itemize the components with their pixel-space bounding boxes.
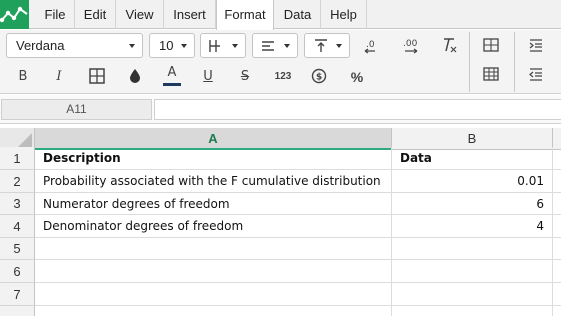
formula-bar: A11 [0,95,561,124]
cell-a7[interactable] [35,283,392,306]
app-logo-icon[interactable] [0,0,29,29]
font-family-select[interactable]: Verdana [6,33,143,58]
align-left-icon [262,41,274,51]
cell-b4[interactable]: 4 [392,215,553,238]
font-color-swatch [163,83,181,86]
menu-bar: File Edit View Insert Format Data Help [0,0,561,30]
currency-format-button[interactable]: $ [308,65,330,87]
chevron-down-icon [181,44,187,48]
number-format-button[interactable]: 123 [270,66,296,88]
cell-b3[interactable]: 6 [392,193,553,215]
toolbar-divider [469,32,470,92]
cell-c4[interactable] [553,215,561,238]
cell-b8[interactable] [392,306,553,316]
svg-text:.00: .00 [403,39,418,49]
clear-formatting-icon [444,38,457,53]
cell-a6[interactable] [35,260,392,283]
chevron-down-icon [336,44,342,48]
decrease-decimal-icon: .0 [364,40,375,54]
svg-text:.0: .0 [366,40,375,50]
row-header[interactable]: 6 [0,260,35,283]
table-icon [483,67,499,81]
outdent-icon [529,68,542,81]
dollar-circle-icon: $ [311,68,327,84]
cell-b6[interactable] [392,260,553,283]
toolbar: Verdana 10 .0 .00 B I A U S 123 $ % [0,30,561,94]
cell-a8[interactable] [35,306,392,316]
bold-button[interactable]: B [12,66,34,88]
row-header[interactable]: 5 [0,238,35,260]
background-color-button[interactable] [124,65,146,87]
formula-input[interactable] [154,99,561,120]
chevron-down-icon [129,44,135,48]
underline-button[interactable]: U [197,66,219,88]
menu-help[interactable]: Help [321,0,367,29]
row-header[interactable]: 4 [0,215,35,238]
font-color-button[interactable]: A [161,63,183,89]
menu-data[interactable]: Data [275,0,321,29]
cell-a1[interactable]: Description [35,147,392,170]
font-family-value: Verdana [16,38,65,53]
decrease-decimal-button[interactable]: .0 [361,34,383,56]
vertical-align-dropdown[interactable] [304,33,350,58]
menu-format[interactable]: Format [216,0,274,30]
cell-c5[interactable] [553,238,561,260]
menu-view[interactable]: View [116,0,164,29]
horizontal-align-dropdown[interactable] [252,33,298,58]
decrease-indent-button[interactable] [525,63,547,85]
row-header[interactable]: 7 [0,283,35,306]
row-header[interactable] [0,306,35,316]
paint-bucket-icon [130,69,140,83]
chevron-down-icon [284,44,290,48]
increase-indent-button[interactable] [525,34,547,56]
toolbar-divider [514,32,515,92]
cell-a2[interactable]: Probability associated with the F cumula… [35,170,392,193]
table-grid-icon [483,38,499,52]
italic-button[interactable]: I [48,66,70,88]
cell-borders-button[interactable] [86,65,108,87]
cell-c1[interactable] [553,147,561,170]
cell-a3[interactable]: Numerator degrees of freedom [35,193,392,215]
increase-decimal-button[interactable]: .00 [400,34,422,56]
merge-cells-button[interactable] [480,34,502,56]
clear-formatting-button[interactable] [438,34,460,56]
cell-b5[interactable] [392,238,553,260]
spreadsheet-grid: A B 1 Description Data 2 Probability ass… [0,125,561,316]
align-top-icon [315,39,327,52]
chevron-down-icon [232,44,238,48]
cell-c3[interactable] [553,193,561,215]
menu-insert[interactable]: Insert [164,0,216,29]
cell-c7[interactable] [553,283,561,306]
borders-dropdown[interactable] [200,33,246,58]
cell-a5[interactable] [35,238,392,260]
row-header[interactable]: 2 [0,170,35,193]
select-all-icon [18,133,32,147]
row-header[interactable]: 1 [0,147,35,170]
font-color-glyph: A [167,65,177,80]
strikethrough-button[interactable]: S [234,66,256,88]
border-all-icon [89,68,105,84]
menu-file[interactable]: File [36,0,75,29]
cell-b7[interactable] [392,283,553,306]
cell-b2[interactable]: 0.01 [392,170,553,193]
menu-edit[interactable]: Edit [75,0,116,29]
percent-format-button[interactable]: % [346,66,368,88]
font-size-value: 10 [159,38,174,53]
cell-c2[interactable] [553,170,561,193]
font-size-select[interactable]: 10 [149,33,195,58]
cell-a4[interactable]: Denominator degrees of freedom [35,215,392,238]
increase-decimal-icon: .00 [403,39,418,54]
name-box[interactable]: A11 [1,99,152,120]
cell-c6[interactable] [553,260,561,283]
cell-b1[interactable]: Data [392,147,553,170]
row-header[interactable]: 3 [0,193,35,215]
indent-icon [529,39,542,52]
format-table-button[interactable] [480,63,502,85]
svg-text:$: $ [316,73,322,83]
borders-icon [209,40,220,52]
